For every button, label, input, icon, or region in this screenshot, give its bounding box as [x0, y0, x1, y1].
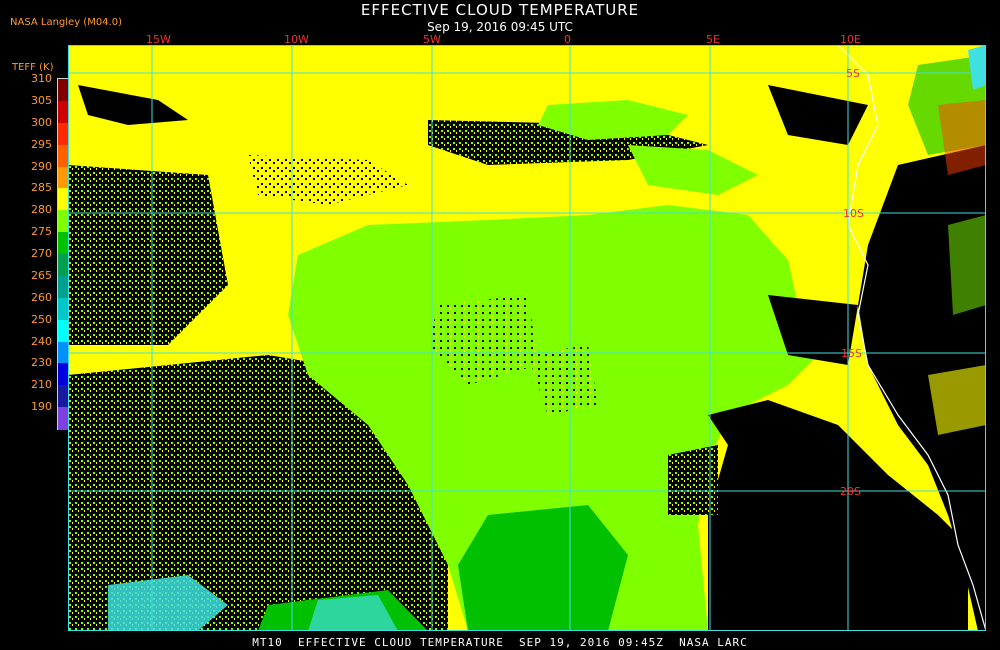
legend-label: 285 [31, 181, 52, 195]
legend-label: 250 [31, 312, 52, 326]
legend-label: 310 [31, 72, 52, 85]
legend-label: 275 [31, 225, 52, 239]
footer-caption: MT10 EFFECTIVE CLOUD TEMPERATURE SEP 19,… [252, 636, 748, 649]
satellite-map: 5S 10S 15S 20S [68, 45, 986, 631]
land-clouds [928, 365, 986, 435]
legend-label: 260 [31, 290, 52, 304]
legend-label: 305 [31, 93, 52, 107]
lat-label: 20S [840, 485, 861, 498]
legend-label: 295 [31, 137, 52, 151]
provider-label: NASA Langley (M04.0) [10, 17, 122, 28]
page-title: EFFECTIVE CLOUD TEMPERATURE [360, 1, 640, 19]
legend-label: 280 [31, 203, 52, 217]
lat-label: 15S [841, 347, 862, 360]
legend-label: 290 [31, 159, 52, 173]
lat-label: 5S [846, 67, 860, 80]
legend-label: 265 [31, 268, 52, 282]
legend-label: 300 [31, 115, 52, 129]
legend-label: 210 [31, 378, 52, 392]
cloud-field-green [458, 505, 628, 631]
timestamp: Sep 19, 2016 09:45 UTC [427, 20, 573, 34]
legend-label: 230 [31, 356, 52, 370]
legend-label: 270 [31, 247, 52, 260]
legend-label: 240 [31, 334, 52, 348]
lat-label: 10S [843, 207, 864, 220]
legend-label: 190 [31, 400, 52, 414]
land-clouds [948, 215, 986, 315]
cloud-temperature-map: 5S 10S 15S 20S [68, 45, 986, 631]
